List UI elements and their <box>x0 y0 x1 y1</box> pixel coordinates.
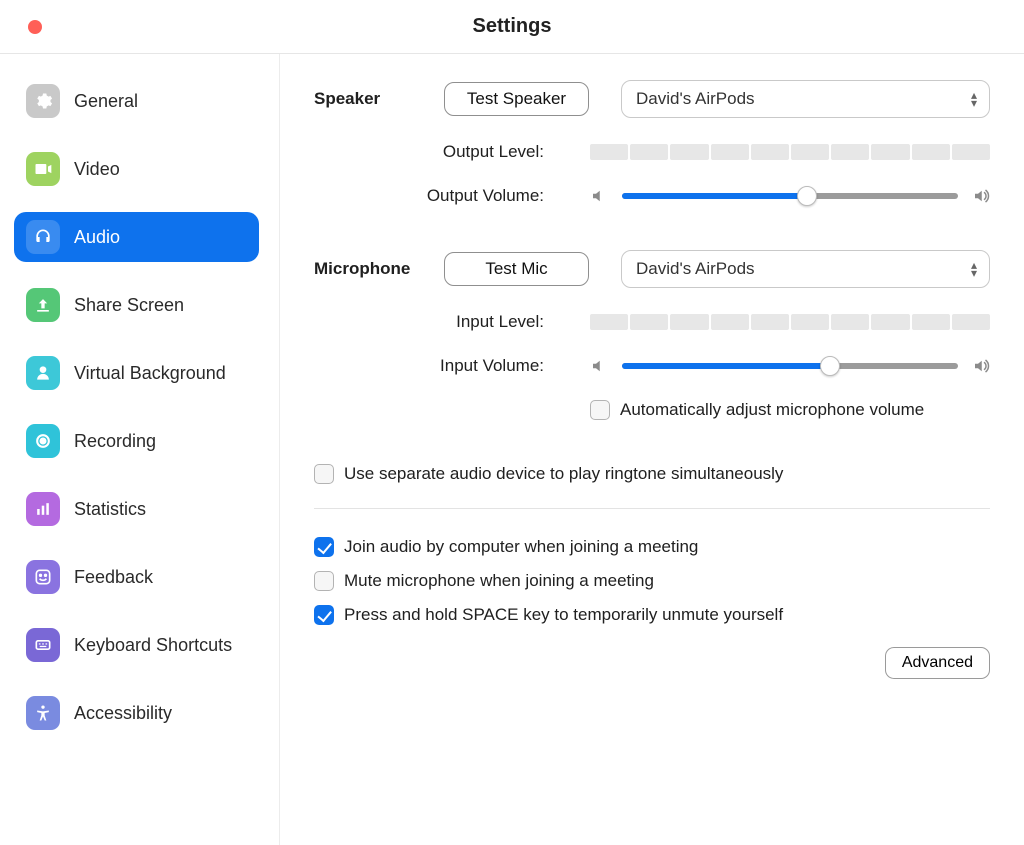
video-icon <box>26 152 60 186</box>
mic-device-value: David's AirPods <box>636 259 755 279</box>
record-icon <box>26 424 60 458</box>
join-audio-option: Join audio by computer when joining a me… <box>314 537 990 557</box>
sidebar-item-statistics[interactable]: Statistics <box>14 484 269 534</box>
sidebar-item-general[interactable]: General <box>14 76 269 126</box>
space-unmute-label: Press and hold SPACE key to temporarily … <box>344 605 783 625</box>
join-audio-checkbox[interactable] <box>314 537 334 557</box>
main-panel: Speaker Test Speaker David's AirPods ▴▾ … <box>280 54 1024 845</box>
space-unmute-option: Press and hold SPACE key to temporarily … <box>314 605 990 625</box>
speaker-section: Speaker Test Speaker David's AirPods ▴▾ … <box>314 80 990 206</box>
sidebar-item-share-screen[interactable]: Share Screen <box>14 280 269 330</box>
microphone-heading: Microphone <box>314 259 444 279</box>
sidebar-item-label: Video <box>74 159 120 180</box>
sidebar-item-accessibility[interactable]: Accessibility <box>14 688 269 738</box>
sidebar-item-label: Recording <box>74 431 156 452</box>
advanced-button[interactable]: Advanced <box>885 647 990 679</box>
space-unmute-checkbox[interactable] <box>314 605 334 625</box>
test-mic-button[interactable]: Test Mic <box>444 252 589 286</box>
mute-on-join-checkbox[interactable] <box>314 571 334 591</box>
volume-high-icon <box>972 357 990 375</box>
input-volume-slider[interactable] <box>622 363 958 369</box>
sidebar-item-label: General <box>74 91 138 112</box>
page-title: Settings <box>473 15 552 38</box>
sidebar-item-virtual-background[interactable]: Virtual Background <box>14 348 269 398</box>
sidebar-item-label: Statistics <box>74 499 146 520</box>
output-level-label: Output Level: <box>314 142 590 162</box>
ringtone-checkbox[interactable] <box>314 464 334 484</box>
sidebar-item-feedback[interactable]: Feedback <box>14 552 269 602</box>
sidebar-item-keyboard-shortcuts[interactable]: Keyboard Shortcuts <box>14 620 269 670</box>
ringtone-option: Use separate audio device to play ringto… <box>314 464 990 484</box>
sidebar-item-label: Feedback <box>74 567 153 588</box>
microphone-section: Microphone Test Mic David's AirPods ▴▾ I… <box>314 250 990 420</box>
auto-adjust-mic-checkbox[interactable] <box>590 400 610 420</box>
divider <box>314 508 990 509</box>
sidebar-item-video[interactable]: Video <box>14 144 269 194</box>
mute-on-join-label: Mute microphone when joining a meeting <box>344 571 654 591</box>
sidebar-item-label: Audio <box>74 227 120 248</box>
stats-icon <box>26 492 60 526</box>
chevron-updown-icon: ▴▾ <box>971 91 977 107</box>
mic-device-select[interactable]: David's AirPods ▴▾ <box>621 250 990 288</box>
input-level-meter <box>590 314 990 330</box>
join-audio-label: Join audio by computer when joining a me… <box>344 537 698 557</box>
chevron-updown-icon: ▴▾ <box>971 261 977 277</box>
speaker-device-value: David's AirPods <box>636 89 755 109</box>
ringtone-label: Use separate audio device to play ringto… <box>344 464 783 484</box>
volume-low-icon <box>590 187 608 205</box>
gear-icon <box>26 84 60 118</box>
window-controls <box>28 20 42 38</box>
sidebar-item-label: Share Screen <box>74 295 184 316</box>
layout: General Video Audio Share Screen Virtual <box>0 54 1024 845</box>
headphones-icon <box>26 220 60 254</box>
output-volume-label: Output Volume: <box>314 186 590 206</box>
auto-adjust-mic-label: Automatically adjust microphone volume <box>620 400 924 420</box>
share-icon <box>26 288 60 322</box>
sidebar-item-label: Accessibility <box>74 703 172 724</box>
output-volume-slider[interactable] <box>622 193 958 199</box>
sidebar-item-label: Virtual Background <box>74 363 226 384</box>
input-volume-label: Input Volume: <box>314 356 590 376</box>
close-window-icon[interactable] <box>28 20 42 34</box>
titlebar: Settings <box>0 0 1024 54</box>
speaker-device-select[interactable]: David's AirPods ▴▾ <box>621 80 990 118</box>
person-icon <box>26 356 60 390</box>
keyboard-icon <box>26 628 60 662</box>
sidebar-item-label: Keyboard Shortcuts <box>74 635 232 656</box>
mute-on-join-option: Mute microphone when joining a meeting <box>314 571 990 591</box>
test-speaker-button[interactable]: Test Speaker <box>444 82 589 116</box>
sidebar-item-audio[interactable]: Audio <box>14 212 259 262</box>
smile-icon <box>26 560 60 594</box>
sidebar-item-recording[interactable]: Recording <box>14 416 269 466</box>
volume-low-icon <box>590 357 608 375</box>
sidebar: General Video Audio Share Screen Virtual <box>0 54 280 845</box>
volume-high-icon <box>972 187 990 205</box>
output-level-meter <box>590 144 990 160</box>
input-level-label: Input Level: <box>314 312 590 332</box>
accessibility-icon <box>26 696 60 730</box>
speaker-heading: Speaker <box>314 89 444 109</box>
